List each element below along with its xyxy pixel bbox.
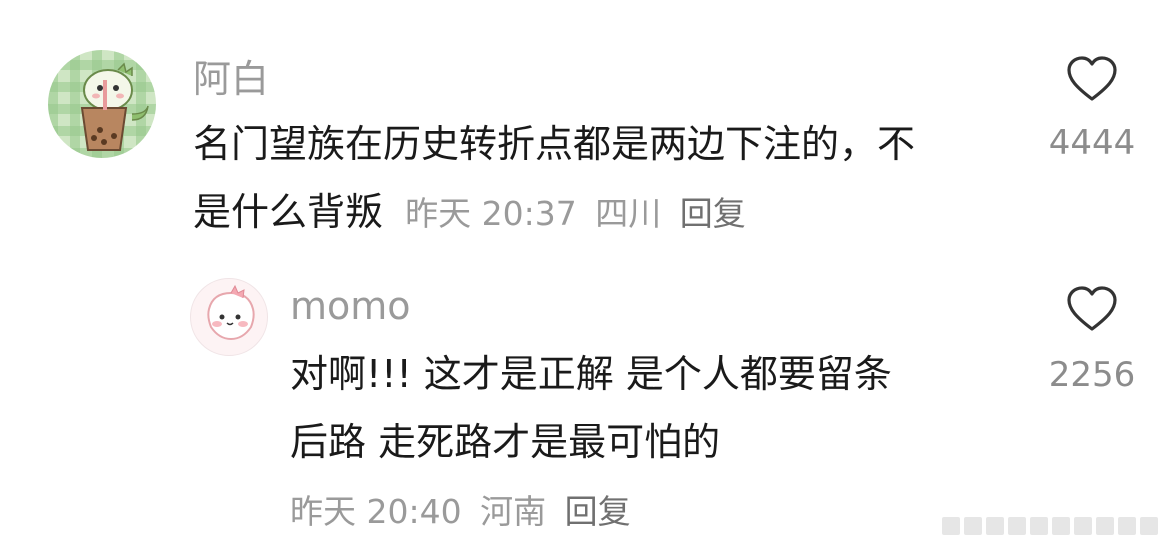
comment-meta: 昨天 20:40 河南 回复 — [290, 485, 639, 533]
like-count: 2256 — [1048, 355, 1136, 395]
timestamp: 昨天 20:40 — [290, 492, 462, 531]
pink-dinosaur-avatar-icon — [207, 284, 255, 341]
like-group: 2256 — [1048, 286, 1136, 392]
comment-text-line-with-meta: 是什么背叛 昨天 20:37 四川 回复 — [193, 178, 1023, 246]
comment-text-line: 对啊!!! 这才是正解 是个人都要留条 — [290, 352, 892, 396]
username[interactable]: 阿白 — [193, 60, 269, 98]
heart-icon[interactable] — [1048, 56, 1136, 102]
comment-text-line: 后路 走死路才是最可怕的 — [290, 420, 721, 465]
heart-icon[interactable] — [1048, 286, 1136, 332]
comment-text: 名门望族在历史转折点都是两边下注的，不 是什么背叛 昨天 20:37 四川 回复 — [193, 110, 1023, 247]
comment-text-line: 名门望族在历史转折点都是两边下注的，不 — [193, 122, 916, 166]
reply-button[interactable]: 回复 — [680, 194, 746, 233]
avatar[interactable] — [190, 278, 268, 356]
comment-text: 对啊!!! 这才是正解 是个人都要留条 后路 走死路才是最可怕的 — [290, 340, 1010, 477]
timestamp: 昨天 20:37 — [405, 194, 577, 234]
comment-text-line: 是什么背叛 — [193, 190, 384, 235]
watermark — [942, 517, 1158, 535]
location: 河南 — [480, 492, 547, 531]
like-count: 4444 — [1048, 123, 1136, 163]
avatar[interactable] — [48, 50, 156, 158]
username[interactable]: momo — [290, 287, 411, 325]
comment-meta: 昨天 20:37 四川 回复 — [405, 194, 754, 233]
location: 四川 — [595, 194, 662, 234]
dinosaur-bubble-tea-avatar-icon — [80, 62, 149, 151]
reply-button[interactable]: 回复 — [565, 492, 631, 531]
like-group: 4444 — [1048, 56, 1136, 160]
